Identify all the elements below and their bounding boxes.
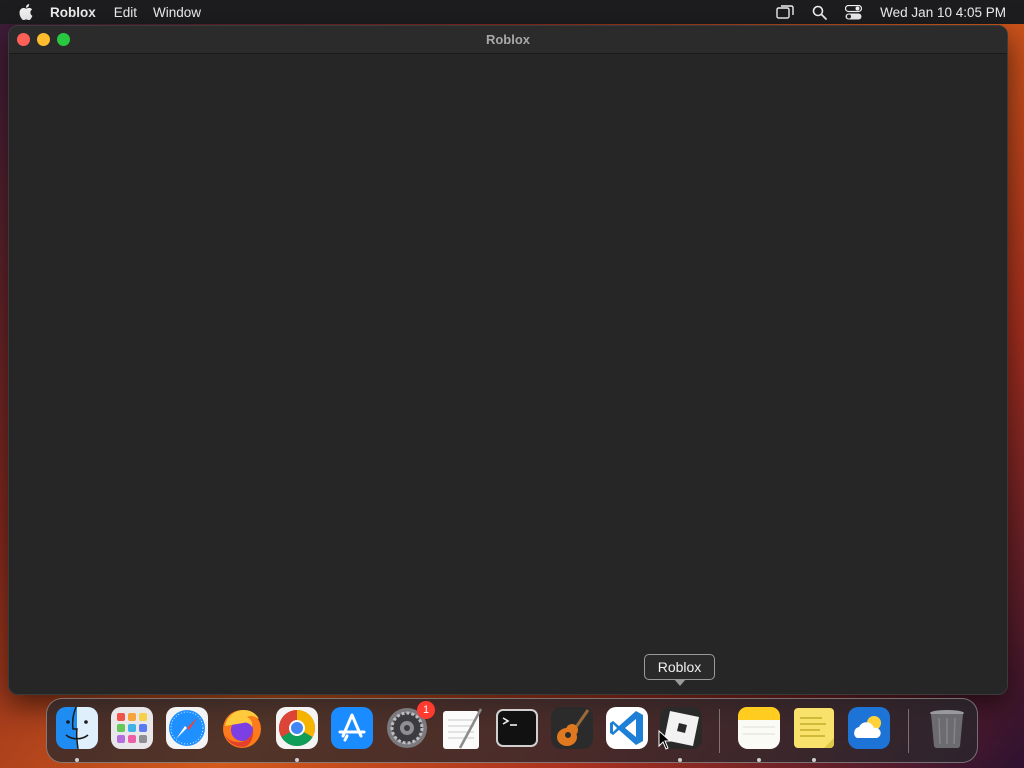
dock-item-chrome[interactable] <box>275 706 319 750</box>
dock-item-notes[interactable] <box>737 706 781 750</box>
dock-item-app-store[interactable] <box>330 706 374 750</box>
window-content-area[interactable] <box>9 55 1007 694</box>
finder-running-indicator <box>75 758 79 762</box>
dock-item-weather[interactable] <box>847 706 891 750</box>
notes-icon <box>738 707 780 749</box>
apple-menu-icon[interactable] <box>18 4 34 20</box>
control-center-icon[interactable] <box>844 4 862 20</box>
firefox-icon <box>223 710 261 748</box>
launchpad-icon <box>111 707 153 749</box>
safari-icon <box>166 707 208 749</box>
dock-separator <box>719 709 720 753</box>
dock-item-firefox[interactable] <box>220 706 264 750</box>
roblox-running-indicator <box>678 758 682 762</box>
menu-bar-clock[interactable]: Wed Jan 10 4:05 PM <box>880 5 1006 20</box>
roblox-window: Roblox <box>8 25 1008 695</box>
app-store-icon <box>331 707 373 749</box>
menu-edit[interactable]: Edit <box>114 5 153 20</box>
dock-item-stickies[interactable] <box>792 706 836 750</box>
finder-icon <box>56 706 98 750</box>
textedit-icon <box>443 708 483 749</box>
dock-separator-trash <box>908 709 909 753</box>
garageband-icon <box>551 707 593 749</box>
screen-mirroring-icon[interactable] <box>776 4 794 20</box>
dock-item-garageband[interactable] <box>550 706 594 750</box>
menu-bar: Roblox Edit Window Wed Jan 10 4:05 PM <box>0 0 1024 24</box>
menu-window[interactable]: Window <box>153 5 217 20</box>
trash-icon <box>930 710 964 749</box>
dock-item-finder[interactable] <box>55 706 99 750</box>
zoom-button[interactable] <box>57 33 70 46</box>
window-titlebar[interactable]: Roblox <box>9 26 1007 54</box>
window-title: Roblox <box>485 32 531 47</box>
chrome-icon <box>276 707 318 749</box>
dock-item-trash[interactable] <box>925 706 969 750</box>
dock-item-launchpad[interactable] <box>110 706 154 750</box>
chrome-running-indicator <box>295 758 299 762</box>
traffic-lights <box>17 33 77 46</box>
vscode-icon <box>606 707 648 749</box>
terminal-icon <box>496 709 538 747</box>
system-settings-badge: 1 <box>417 701 435 719</box>
dock-item-safari[interactable] <box>165 706 209 750</box>
dock-tooltip-label: Roblox <box>657 659 702 675</box>
stickies-running-indicator <box>812 758 816 762</box>
menu-app-name[interactable]: Roblox <box>50 5 114 20</box>
dock-item-terminal[interactable] <box>495 706 539 750</box>
dock-item-textedit[interactable] <box>440 706 484 750</box>
weather-icon <box>848 707 890 749</box>
dock-item-vscode[interactable] <box>605 706 649 750</box>
dock: 1 <box>46 698 978 763</box>
dock-tooltip: Roblox <box>644 654 715 686</box>
close-button[interactable] <box>17 33 30 46</box>
stickies-icon <box>794 708 834 748</box>
mouse-cursor-icon <box>658 730 672 750</box>
notes-running-indicator <box>757 758 761 762</box>
spotlight-search-icon[interactable] <box>810 4 828 20</box>
minimize-button[interactable] <box>37 33 50 46</box>
